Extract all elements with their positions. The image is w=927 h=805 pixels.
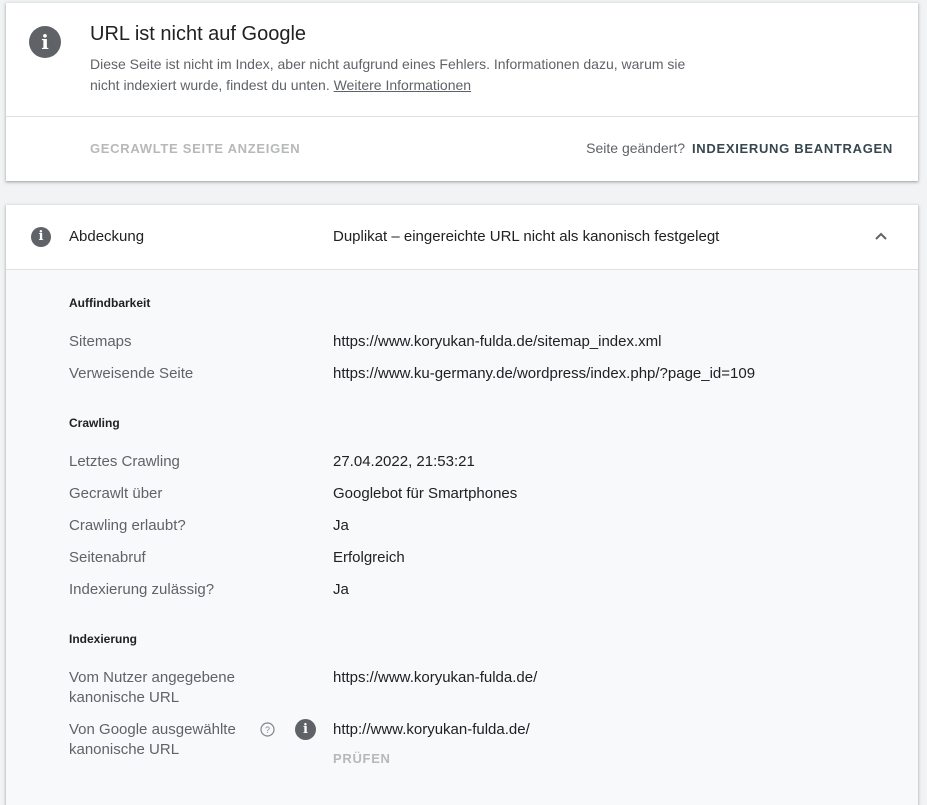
help-icon[interactable]: ? — [260, 722, 275, 737]
row-value-last-crawl: 27.04.2022, 21:53:21 — [333, 453, 475, 470]
row-value-google-canonical: http://www.koryukan-fulda.de/ — [333, 721, 530, 738]
row-value-user-canonical: https://www.koryukan-fulda.de/ — [333, 669, 538, 686]
section-title-indexing: Indexierung — [69, 632, 138, 646]
coverage-card: i Abdeckung Duplikat – eingereichte URL … — [6, 205, 918, 805]
info-icon: i — [31, 227, 51, 247]
row-label-crawl-allowed: Crawling erlaubt? — [69, 517, 186, 534]
coverage-header[interactable]: i Abdeckung Duplikat – eingereichte URL … — [6, 205, 918, 270]
row-label-page-fetch: Seitenabruf — [69, 549, 146, 566]
row-value-crawl-allowed: Ja — [333, 517, 349, 534]
svg-text:?: ? — [265, 725, 270, 735]
info-icon: i — [29, 26, 61, 58]
coverage-value: Duplikat – eingereichte URL nicht als ka… — [333, 228, 720, 245]
row-label-google-canonical: Von Google ausgewählte kanonische URL — [69, 721, 236, 758]
check-button[interactable]: PRÜFEN — [333, 751, 391, 766]
card-divider — [6, 116, 918, 117]
info-icon[interactable]: i — [295, 719, 316, 740]
row-label-crawled-as: Gecrawlt über — [69, 485, 163, 502]
coverage-label: Abdeckung — [69, 228, 145, 245]
row-label-referring-page: Verweisende Seite — [69, 365, 194, 382]
row-value-crawled-as: Googlebot für Smartphones — [333, 485, 518, 502]
row-label-sitemaps: Sitemaps — [69, 333, 132, 350]
row-value-indexing-allowed: Ja — [333, 581, 349, 598]
row-value-page-fetch: Erfolgreich — [333, 549, 405, 566]
more-info-link[interactable]: Weitere Informationen — [334, 77, 471, 93]
row-label-indexing-allowed: Indexierung zulässig? — [69, 581, 215, 598]
url-status-card: i URL ist nicht auf Google Diese Seite i… — [6, 3, 918, 181]
row-value-referring-page: https://www.ku-germany.de/wordpress/inde… — [333, 365, 756, 382]
request-indexing-button[interactable]: INDEXIERUNG BEANTRAGEN — [692, 141, 893, 156]
row-label-user-canonical: Vom Nutzer angegebene kanonische URL — [69, 669, 235, 706]
row-value-sitemaps: https://www.koryukan-fulda.de/sitemap_in… — [333, 333, 662, 350]
status-description: Diese Seite ist nicht im Index, aber nic… — [90, 54, 690, 96]
chevron-up-icon[interactable] — [874, 231, 888, 241]
row-label-last-crawl: Letztes Crawling — [69, 453, 180, 470]
status-title: URL ist nicht auf Google — [90, 23, 307, 45]
page-changed-question: Seite geändert? — [586, 140, 685, 156]
view-crawled-page-button[interactable]: GECRAWLTE SEITE ANZEIGEN — [90, 141, 300, 156]
section-title-discovery: Auffindbarkeit — [69, 296, 151, 310]
section-title-crawling: Crawling — [69, 416, 120, 430]
